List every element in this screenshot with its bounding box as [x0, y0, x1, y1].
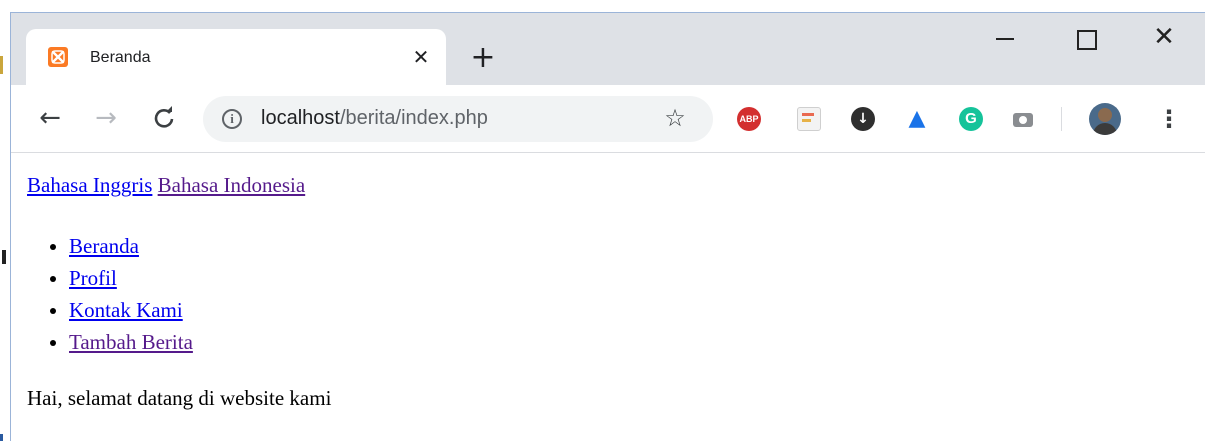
new-tab-button[interactable]: + [469, 43, 497, 73]
grammarly-icon[interactable]: G [959, 107, 983, 131]
browser-toolbar: ← → i localhost/berita/index.php ☆ ABP ↓… [11, 85, 1205, 153]
active-tab[interactable]: Beranda ✕ [26, 29, 446, 85]
adblock-plus-icon[interactable]: ABP [737, 107, 761, 131]
language-link-english[interactable]: Bahasa Inggris [27, 173, 152, 197]
nav-link-kontak-kami[interactable]: Kontak Kami [69, 298, 183, 322]
tab-title: Beranda [90, 49, 151, 66]
url-host: localhost [261, 107, 340, 129]
main-nav-list: Beranda Profil Kontak Kami Tambah Berita [69, 230, 193, 358]
close-window-button[interactable]: ✕ [1141, 21, 1187, 53]
background-window-edge [0, 14, 10, 441]
xampp-icon [48, 47, 68, 67]
language-link-indonesian[interactable]: Bahasa Indonesia [158, 173, 306, 197]
profile-avatar[interactable] [1089, 103, 1121, 135]
list-item: Beranda [69, 230, 193, 262]
toolbar-divider [1061, 107, 1062, 131]
url-text[interactable]: localhost/berita/index.php [261, 107, 488, 130]
graduation-cap-icon[interactable]: ▲ [905, 107, 929, 131]
list-item: Tambah Berita [69, 326, 193, 358]
camera-icon[interactable] [1011, 107, 1035, 131]
background-edge-mark [0, 434, 3, 441]
forward-arrow-icon[interactable]: → [91, 103, 121, 133]
nav-link-tambah-berita[interactable]: Tambah Berita [69, 330, 193, 354]
back-arrow-icon[interactable]: ← [35, 103, 65, 133]
page-content: Bahasa Inggris Bahasa Indonesia Beranda … [11, 154, 1205, 441]
list-item: Kontak Kami [69, 294, 193, 326]
welcome-message: Hai, selamat datang di website kami [27, 386, 332, 410]
background-edge-mark [0, 56, 3, 74]
kebab-menu-icon[interactable]: ⋮ [1157, 105, 1181, 133]
background-edge-mark [2, 250, 6, 264]
minimize-button[interactable] [983, 23, 1029, 55]
notes-extension-icon[interactable] [797, 107, 821, 131]
reload-icon-graphic [154, 106, 174, 128]
tab-strip: Beranda ✕ + ✕ [11, 13, 1205, 85]
nav-link-profil[interactable]: Profil [69, 266, 117, 290]
list-item: Profil [69, 262, 193, 294]
language-switcher: Bahasa Inggris Bahasa Indonesia [27, 173, 305, 198]
browser-window: Beranda ✕ + ✕ ← → i localhost/berita/ind… [10, 12, 1205, 441]
download-extension-icon[interactable]: ↓ [851, 107, 875, 131]
site-info-icon[interactable]: i [222, 109, 242, 129]
bookmark-star-icon[interactable]: ☆ [661, 104, 689, 132]
close-tab-icon[interactable]: ✕ [410, 46, 432, 68]
maximize-button[interactable] [1063, 23, 1109, 55]
address-bar[interactable]: i localhost/berita/index.php ☆ [203, 96, 713, 142]
nav-link-beranda[interactable]: Beranda [69, 234, 139, 258]
url-path: /berita/index.php [339, 107, 488, 129]
reload-icon[interactable] [149, 103, 179, 133]
